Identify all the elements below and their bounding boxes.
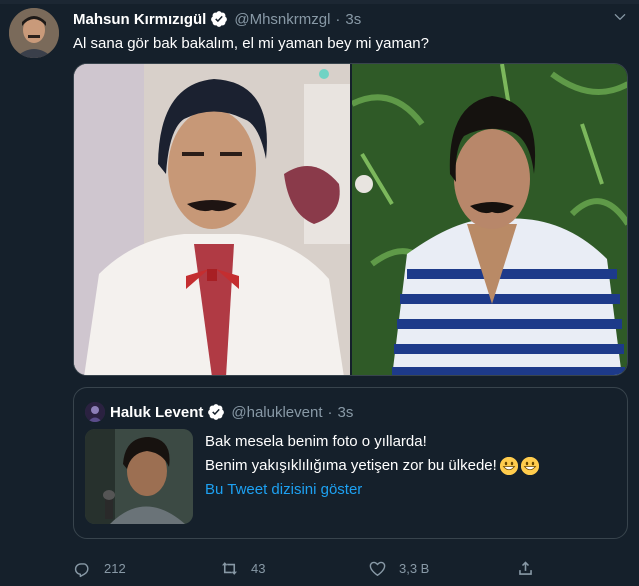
grinning-emoji-face bbox=[499, 457, 518, 475]
quoted-author-avatar[interactable] bbox=[85, 402, 105, 422]
quoted-line-2: Benim yakışıklılığıma yetişen zor bu ülk… bbox=[205, 457, 497, 474]
quoted-tweet[interactable]: Haluk Levent @haluklevent · 3s Bak mesel… bbox=[73, 387, 628, 539]
tweet-media[interactable] bbox=[73, 63, 628, 376]
quoted-tweet-header: Haluk Levent @haluklevent · 3s bbox=[110, 402, 353, 422]
author-name[interactable]: Mahsun Kırmızıgül bbox=[73, 11, 206, 28]
tweet-text: Al sana gör bak bakalım, el mi yaman bey… bbox=[73, 35, 429, 52]
verified-icon bbox=[211, 11, 228, 27]
like-count: 3,3 B bbox=[399, 560, 430, 576]
like-icon bbox=[369, 561, 386, 576]
author-avatar[interactable] bbox=[9, 8, 59, 58]
author-avatar-image bbox=[9, 8, 59, 58]
quoted-avatar-image bbox=[85, 402, 105, 422]
photo-right[interactable] bbox=[352, 64, 627, 375]
quoted-timestamp: 3s bbox=[337, 403, 354, 421]
grinning-emoji-face bbox=[520, 457, 539, 475]
quoted-line-2-row: Benim yakışıklılığıma yetişen zor bu ülk… bbox=[205, 454, 539, 478]
verified-icon bbox=[208, 404, 225, 420]
share-icon bbox=[519, 560, 532, 575]
quoted-line-1: Bak mesela benim foto o yıllarda! bbox=[205, 433, 427, 450]
like-button[interactable]: 3,3 B bbox=[368, 557, 429, 579]
chevron-down-icon[interactable] bbox=[613, 10, 627, 24]
photo-left[interactable] bbox=[74, 64, 350, 375]
quoted-header-separator: · bbox=[327, 403, 333, 421]
author-handle[interactable]: @Mhsnkrmzgl bbox=[234, 11, 330, 28]
share-button[interactable] bbox=[516, 557, 547, 579]
grinning-emoji bbox=[520, 457, 539, 475]
header-separator: · bbox=[335, 10, 341, 28]
retweet-count: 43 bbox=[251, 560, 266, 576]
previous-tweet-divider bbox=[0, 0, 639, 4]
photo-left-image bbox=[74, 64, 350, 375]
quoted-thumbnail-image bbox=[85, 429, 193, 524]
reply-button[interactable]: 212 bbox=[73, 557, 126, 579]
reply-count: 212 bbox=[104, 560, 126, 576]
tweet-header: Mahsun Kırmızıgül @Mhsnkrmzgl · 3s bbox=[73, 9, 361, 29]
quoted-tweet-text: Bak mesela benim foto o yıllarda! Benim … bbox=[205, 430, 539, 502]
reply-icon bbox=[74, 562, 89, 577]
quoted-media-thumbnail[interactable] bbox=[85, 429, 193, 524]
tweet-timestamp[interactable]: 3s bbox=[345, 11, 361, 28]
quoted-author-handle: @haluklevent bbox=[231, 403, 323, 421]
retweet-icon bbox=[221, 561, 238, 575]
photo-right-image bbox=[352, 64, 627, 375]
quoted-author-name: Haluk Levent bbox=[110, 403, 204, 421]
tweet-actions: 212 43 3,3 B bbox=[73, 557, 553, 579]
retweet-button[interactable]: 43 bbox=[220, 557, 265, 579]
show-thread-link[interactable]: Bu Tweet dizisini göster bbox=[205, 478, 539, 502]
grinning-emoji bbox=[499, 457, 518, 475]
